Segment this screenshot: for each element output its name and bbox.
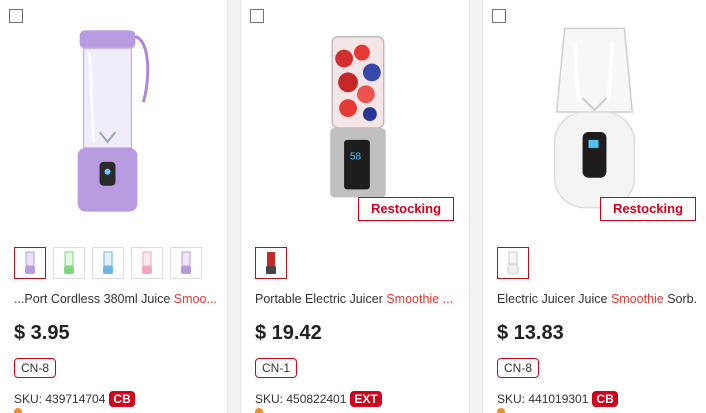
product-card-3[interactable]: Restocking Electric Juicer Juice Smoothi… (482, 0, 706, 413)
variant-thumb[interactable] (170, 247, 202, 279)
select-checkbox[interactable] (9, 9, 23, 23)
sku-badge: EXT (350, 391, 382, 407)
product-image-white-juicer[interactable] (483, 22, 706, 222)
warehouse-tag: CN-1 (255, 358, 298, 378)
sku-text: SKU: 441019301 (497, 392, 589, 406)
variant-thumb[interactable] (255, 247, 287, 279)
sku-line: SKU: 439714704 CB (14, 391, 135, 407)
warehouse-tag: CN-8 (14, 358, 57, 378)
select-checkbox[interactable] (250, 9, 264, 23)
color-variants (255, 247, 287, 279)
sku-line: SKU: 441019301 CB (497, 391, 618, 407)
sku-line: SKU: 450822401 EXT (255, 391, 382, 407)
warehouse-tag: CN-8 (497, 358, 540, 378)
variant-thumb[interactable] (497, 247, 529, 279)
shipping-dot-icon (497, 408, 505, 413)
restocking-label: Restocking (600, 197, 696, 221)
variant-thumb[interactable] (53, 247, 85, 279)
product-price: $ 13.83 (497, 322, 564, 344)
sku-badge: CB (109, 391, 135, 407)
product-title[interactable]: ...Port Cordless 380ml Juice Smoo... (14, 292, 219, 306)
product-card-1[interactable]: ...Port Cordless 380ml Juice Smoo... $ 3… (0, 0, 228, 413)
variant-thumb[interactable] (14, 247, 46, 279)
product-price: $ 3.95 (14, 322, 70, 344)
product-price: $ 19.42 (255, 322, 322, 344)
shipping-dot-icon (255, 408, 263, 413)
variant-thumb[interactable] (92, 247, 124, 279)
sku-text: SKU: 450822401 (255, 392, 347, 406)
color-variants (14, 247, 202, 279)
variant-thumb[interactable] (131, 247, 163, 279)
sku-badge: CB (592, 391, 618, 407)
product-image-red-fruit-blender[interactable]: 58 (241, 22, 469, 222)
product-title[interactable]: Portable Electric Juicer Smoothie ... (255, 292, 461, 306)
shipping-dot-icon (14, 408, 22, 413)
select-checkbox[interactable] (492, 9, 506, 23)
restocking-label: Restocking (358, 197, 454, 221)
product-card-2[interactable]: 58 Restocking Portable Electric Juicer S… (240, 0, 470, 413)
svg-text:58: 58 (350, 152, 362, 163)
sku-text: SKU: 439714704 (14, 392, 106, 406)
product-title[interactable]: Electric Juicer Juice Smoothie Sorb... (497, 292, 698, 306)
product-image-purple-blender[interactable] (0, 22, 227, 222)
color-variants (497, 247, 529, 279)
